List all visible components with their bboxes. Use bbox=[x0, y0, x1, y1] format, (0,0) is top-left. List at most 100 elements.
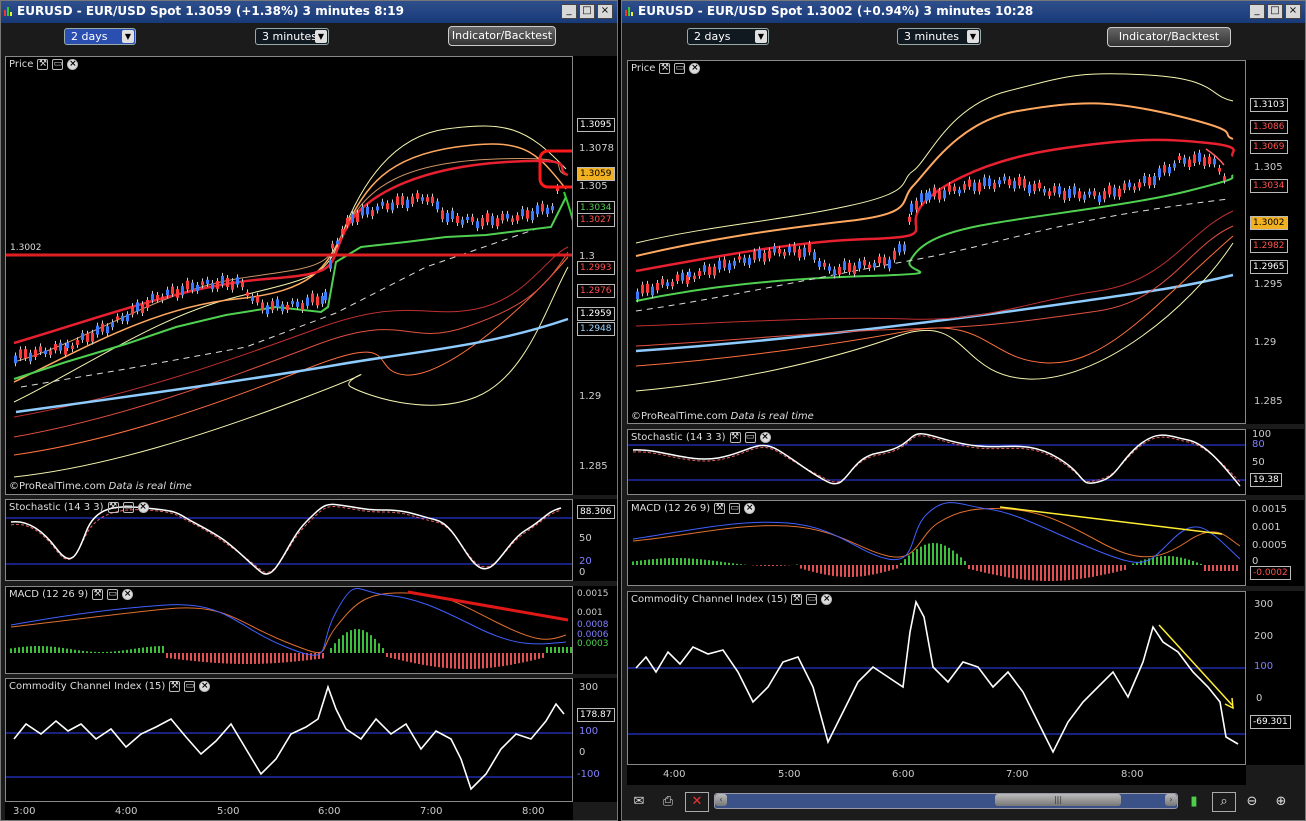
candle bbox=[481, 217, 484, 227]
candle bbox=[251, 296, 254, 302]
histogram-bar bbox=[1160, 556, 1162, 565]
cci-panel[interactable]: Commodity Channel Index (15) ⚒ ▭ × bbox=[627, 591, 1246, 765]
candle bbox=[59, 342, 62, 351]
y-tick: 1.295 bbox=[1254, 279, 1283, 290]
interval-select[interactable]: 3 minutes ▼ bbox=[255, 28, 329, 45]
period-select[interactable]: 2 days ▼ bbox=[687, 28, 769, 45]
time-scrollbar[interactable]: ‹ ||| › bbox=[714, 793, 1178, 809]
maximize-button[interactable]: □ bbox=[1267, 4, 1283, 19]
candle bbox=[341, 228, 344, 235]
wrench-icon[interactable]: ⚒ bbox=[107, 502, 119, 513]
wrench-icon[interactable]: ⚒ bbox=[169, 681, 181, 692]
close-icon[interactable]: × bbox=[689, 63, 701, 74]
y-tick: -100 bbox=[577, 769, 600, 780]
scrollbar-thumb[interactable]: ||| bbox=[995, 794, 1121, 806]
candle bbox=[915, 200, 918, 210]
candle bbox=[868, 264, 871, 269]
candle bbox=[656, 282, 659, 291]
indicator-backtest-button[interactable]: Indicator/Backtest bbox=[448, 26, 556, 46]
scroll-right-arrow[interactable]: › bbox=[1165, 794, 1177, 806]
histogram-bar bbox=[936, 543, 938, 565]
close-button[interactable]: × bbox=[1285, 4, 1301, 19]
candle bbox=[166, 289, 169, 296]
print-icon[interactable]: ⎙ bbox=[657, 793, 679, 811]
price-axis: 1.3103 1.3086 1.3069 1.305 1.3034 1.3002… bbox=[1246, 60, 1304, 424]
cci-panel[interactable]: Commodity Channel Index (15) ⚒ ▭ × bbox=[5, 678, 573, 802]
histogram-bar bbox=[772, 565, 774, 566]
candle bbox=[49, 350, 52, 356]
window-icon[interactable]: ▭ bbox=[52, 59, 64, 70]
histogram-bar bbox=[70, 649, 72, 653]
histogram-bar bbox=[736, 563, 738, 565]
period-select[interactable]: 2 days ▼ bbox=[64, 28, 136, 45]
candle bbox=[1038, 182, 1041, 189]
window-icon[interactable]: ▭ bbox=[122, 502, 134, 513]
minimize-button[interactable]: _ bbox=[1249, 4, 1265, 19]
wrench-icon[interactable]: ⚒ bbox=[659, 63, 671, 74]
wrench-icon[interactable]: ⚒ bbox=[92, 589, 104, 600]
close-icon[interactable]: × bbox=[199, 681, 211, 692]
email-icon[interactable]: ✉ bbox=[628, 793, 650, 811]
histogram-bar bbox=[972, 565, 974, 570]
close-icon[interactable]: × bbox=[122, 589, 134, 600]
histogram-bar bbox=[10, 648, 12, 653]
candle bbox=[186, 280, 189, 290]
window-icon[interactable]: ▭ bbox=[674, 63, 686, 74]
histogram-bar bbox=[1188, 559, 1190, 565]
zoom-out-icon[interactable]: ⊖ bbox=[1241, 793, 1263, 811]
close-icon[interactable]: × bbox=[67, 59, 79, 70]
histogram-bar bbox=[1024, 565, 1026, 580]
interval-select[interactable]: 3 minutes ▼ bbox=[897, 28, 981, 45]
zoom-select-icon[interactable]: ⌕ bbox=[1212, 792, 1236, 812]
x-tick: 7:00 bbox=[420, 806, 443, 817]
wrench-icon[interactable]: ⚒ bbox=[791, 594, 803, 605]
minimize-button[interactable]: _ bbox=[561, 4, 577, 19]
stochastic-panel[interactable]: Stochastic (14 3 3) ⚒ ▭ × bbox=[627, 429, 1246, 495]
maximize-button[interactable]: □ bbox=[579, 4, 595, 19]
price-panel[interactable]: Price ⚒ ▭ × 1.3002 ©ProRealTime.com Data is… bbox=[5, 56, 573, 495]
zoom-in-icon[interactable]: ⊕ bbox=[1270, 793, 1292, 811]
candle bbox=[86, 333, 89, 342]
window-icon[interactable]: ▭ bbox=[107, 589, 119, 600]
histogram-bar bbox=[30, 646, 32, 653]
window-icon[interactable]: ▭ bbox=[744, 432, 756, 443]
stochastic-panel[interactable]: Stochastic (14 3 3) ⚒ ▭ × bbox=[5, 499, 573, 581]
price-panel[interactable]: Price ⚒ ▭ × ©ProRealTime.com Data is real t… bbox=[627, 60, 1246, 424]
candle bbox=[833, 269, 836, 276]
macd-panel-header: MACD (12 26 9) ⚒ ▭ × bbox=[631, 503, 756, 514]
candle bbox=[723, 259, 726, 268]
histogram-bar bbox=[346, 632, 348, 653]
histogram-bar bbox=[996, 565, 998, 576]
indicator-backtest-button[interactable]: Indicator/Backtest bbox=[1107, 27, 1231, 47]
window-icon[interactable]: ▭ bbox=[184, 681, 196, 692]
candle bbox=[1093, 191, 1096, 197]
histogram-bar bbox=[1156, 556, 1158, 565]
candle bbox=[91, 332, 94, 342]
histogram-bar bbox=[1228, 565, 1230, 571]
histogram-bar bbox=[1064, 565, 1066, 581]
macd-panel[interactable]: MACD (12 26 9) ⚒ ▭ × bbox=[5, 586, 573, 674]
macd-panel[interactable]: MACD (12 26 9) ⚒ ▭ × bbox=[627, 500, 1246, 586]
window-icon[interactable]: ▭ bbox=[806, 594, 818, 605]
close-icon[interactable]: × bbox=[137, 502, 149, 513]
close-button[interactable]: × bbox=[597, 4, 613, 19]
close-icon[interactable]: × bbox=[759, 432, 771, 443]
histogram-bar bbox=[1184, 558, 1186, 565]
histogram-bar bbox=[170, 653, 172, 659]
macd-histogram bbox=[632, 543, 1238, 581]
wrench-icon[interactable]: ⚒ bbox=[37, 59, 49, 70]
window-icon[interactable]: ▭ bbox=[729, 503, 741, 514]
delete-objects-icon[interactable]: ✕ bbox=[685, 792, 709, 812]
bar-chart-icon[interactable]: ▮ bbox=[1183, 793, 1205, 811]
wrench-icon[interactable]: ⚒ bbox=[714, 503, 726, 514]
candle bbox=[324, 291, 327, 301]
y-tick: 1.3078 bbox=[579, 143, 614, 154]
price-panel-title: Price bbox=[9, 59, 34, 70]
wrench-icon[interactable]: ⚒ bbox=[729, 432, 741, 443]
candle bbox=[426, 197, 429, 202]
close-icon[interactable]: × bbox=[744, 503, 756, 514]
histogram-bar bbox=[1036, 565, 1038, 581]
scroll-left-arrow[interactable]: ‹ bbox=[715, 794, 727, 806]
close-icon[interactable]: × bbox=[821, 594, 833, 605]
price-tag: 1.2965 bbox=[1250, 260, 1288, 274]
